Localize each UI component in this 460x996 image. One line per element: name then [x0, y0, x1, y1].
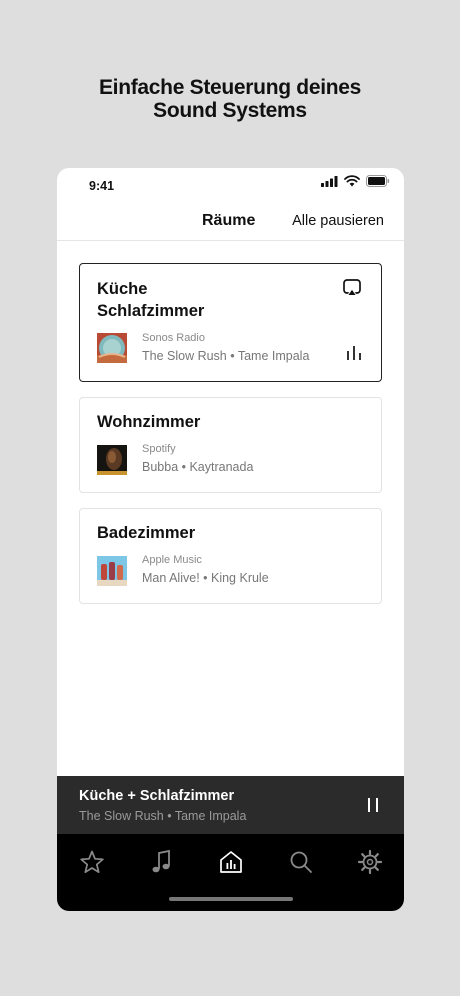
promo-headline: Einfache Steuerung deines Sound Systems	[0, 76, 460, 122]
room-track: The Slow Rush • Tame Impala	[142, 349, 310, 363]
room-name-line1: Küche	[97, 280, 148, 298]
pause-button[interactable]	[364, 796, 382, 814]
cellular-signal-icon	[321, 175, 338, 187]
tab-music[interactable]	[144, 846, 180, 878]
now-playing-title: Küche + Schlafzimmer	[79, 788, 235, 804]
tab-search[interactable]	[283, 846, 319, 878]
room-card-kueche-schlafzimmer[interactable]: Küche Schlafzimmer Sonos Radio The Slow …	[79, 263, 382, 382]
search-icon	[290, 851, 312, 873]
now-playing-subtitle: The Slow Rush • Tame Impala	[79, 809, 247, 823]
star-icon	[80, 850, 104, 874]
room-track: Man Alive! • King Krule	[142, 571, 269, 585]
room-name: Badezimmer	[97, 524, 196, 542]
room-card-wohnzimmer[interactable]: Wohnzimmer Spotify Bubba • Kaytranada	[79, 397, 382, 493]
status-bar: 9:41	[57, 168, 404, 204]
pause-all-button[interactable]: Alle pausieren	[292, 213, 384, 229]
room-source: Apple Music	[142, 554, 202, 566]
page-title: Räume	[202, 212, 256, 229]
room-source: Spotify	[142, 443, 176, 455]
pause-icon-bar	[376, 798, 378, 812]
phone-screen: 9:41 Räume Alle pausieren Küche Schlafzi…	[57, 168, 404, 911]
pause-icon	[368, 798, 370, 812]
status-time: 9:41	[89, 179, 115, 193]
room-source: Sonos Radio	[142, 332, 205, 344]
tab-rooms[interactable]	[213, 846, 249, 878]
home-indicator	[169, 897, 293, 901]
room-name: Küche Schlafzimmer	[97, 278, 204, 322]
tab-settings[interactable]	[352, 846, 388, 878]
tab-bar	[57, 834, 404, 911]
battery-icon	[366, 175, 390, 187]
now-playing-bar[interactable]: Küche + Schlafzimmer The Slow Rush • Tam…	[57, 776, 404, 834]
album-art-bubba	[97, 445, 127, 475]
rooms-icon	[220, 851, 242, 873]
airplay-icon[interactable]	[343, 279, 361, 297]
header: Räume Alle pausieren	[57, 204, 404, 241]
promo-headline-line1: Einfache Steuerung deines	[98, 76, 362, 99]
album-art-the-slow-rush	[97, 333, 127, 363]
music-note-icon	[152, 849, 170, 873]
wifi-icon	[344, 175, 360, 187]
equalizer-icon	[347, 346, 361, 360]
promo-headline-line2: Sound Systems	[153, 99, 307, 122]
room-track: Bubba • Kaytranada	[142, 460, 254, 474]
settings-icon	[357, 849, 383, 875]
tab-favorites[interactable]	[74, 846, 110, 878]
album-art-man-alive	[97, 556, 127, 586]
room-name: Wohnzimmer	[97, 413, 201, 431]
room-name-line2: Schlafzimmer	[97, 302, 205, 320]
status-icons	[321, 175, 390, 187]
room-card-badezimmer[interactable]: Badezimmer Apple Music Man Alive! • King…	[79, 508, 382, 604]
